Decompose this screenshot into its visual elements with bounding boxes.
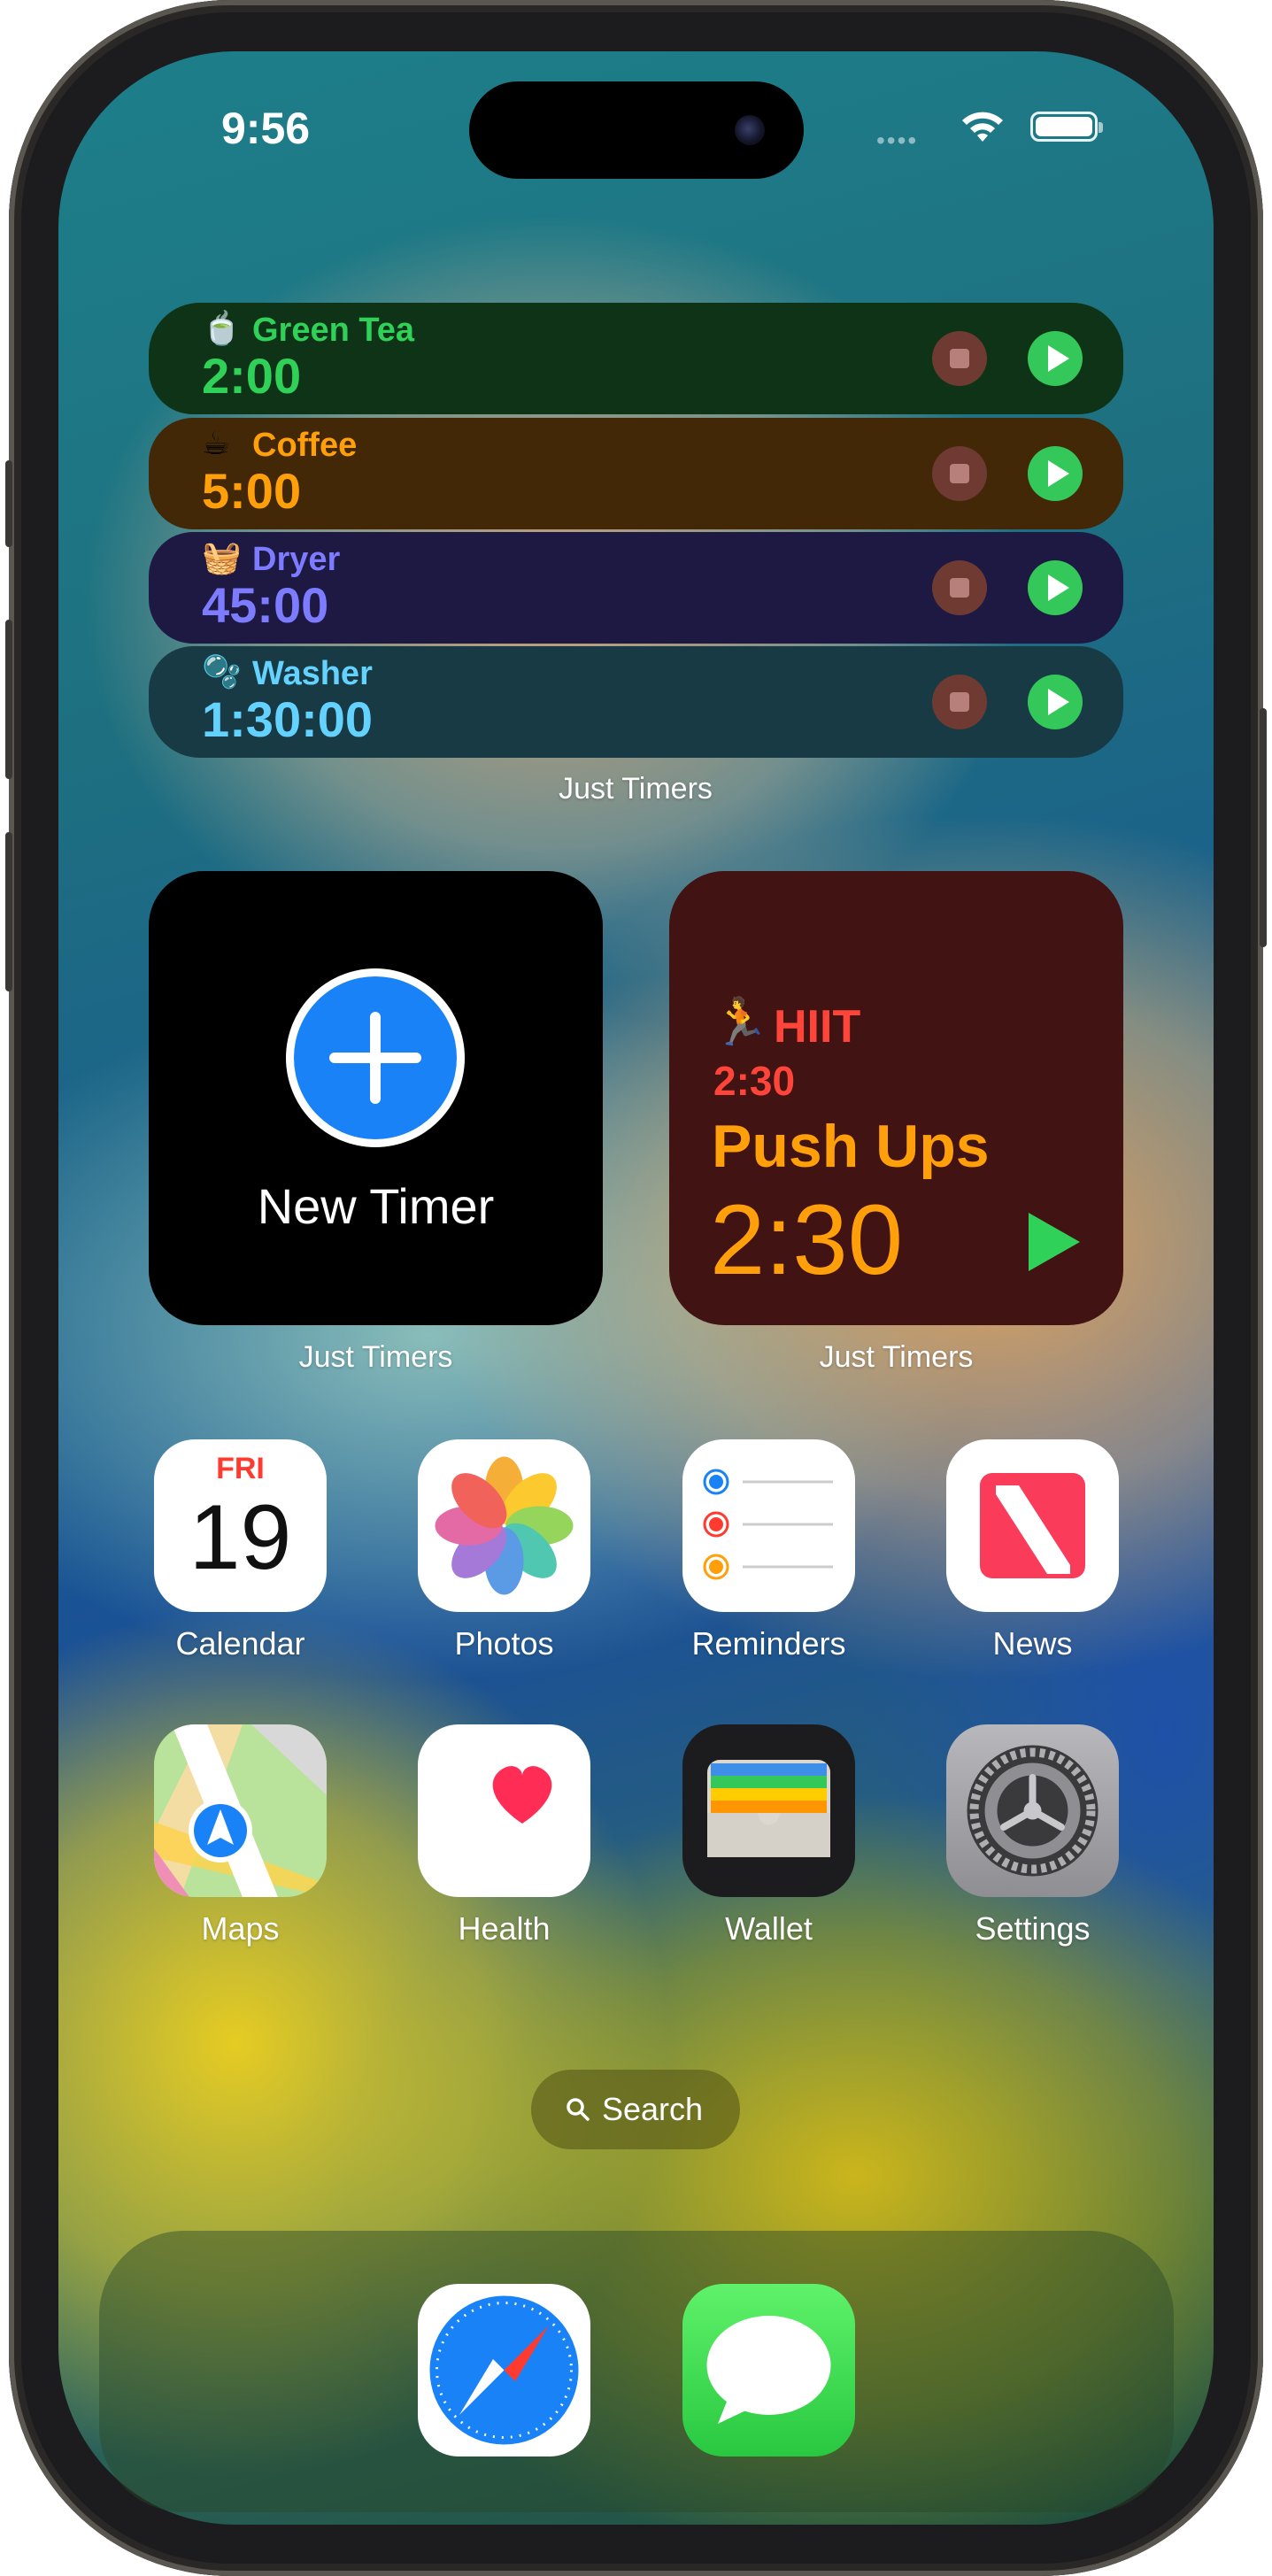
coffee-icon: ☕ [202, 425, 231, 461]
side-button [1260, 708, 1267, 947]
hiit-title: HIIT [774, 1001, 861, 1053]
play-icon [1048, 689, 1069, 715]
timers-widget[interactable]: 🍵 Green Tea 2:00 ☕ Coffee 5:00 🧺 Dryer 4… [149, 303, 1123, 758]
app-label: Settings [975, 1910, 1091, 1947]
hiit-step-time: 2:30 [710, 1184, 903, 1295]
app-label: Health [458, 1910, 551, 1947]
app-maps[interactable]: Maps [154, 1724, 327, 1947]
timer-row-washer[interactable]: 🫧 Washer 1:30:00 [149, 646, 1123, 758]
timer-duration: 45:00 [202, 577, 329, 633]
app-label: Calendar [175, 1625, 305, 1662]
dock-app-messages[interactable] [682, 2284, 855, 2456]
cellular-icon: •••• [876, 127, 919, 154]
new-timer-label: New Timer [257, 1178, 495, 1234]
stop-icon [950, 692, 969, 712]
timer-name: Green Tea [252, 312, 415, 349]
play-icon[interactable] [1029, 1213, 1080, 1271]
app-label: Reminders [691, 1625, 846, 1662]
tea-icon: 🍵 [202, 310, 242, 346]
maps-icon [154, 1724, 327, 1897]
calendar-icon: FRI 19 [154, 1439, 327, 1612]
wallet-icon [682, 1724, 855, 1897]
stop-icon [950, 349, 969, 368]
search-icon [567, 2098, 590, 2121]
play-button[interactable] [1028, 331, 1083, 386]
dock [99, 2231, 1174, 2512]
stop-button[interactable] [932, 446, 987, 501]
app-settings[interactable]: Settings [946, 1724, 1119, 1947]
hiit-total-time: 2:30 [713, 1058, 796, 1104]
play-icon [1048, 345, 1069, 372]
volume-down-button [5, 832, 12, 991]
app-health[interactable]: Health [418, 1724, 590, 1947]
stop-icon [950, 464, 969, 483]
app-label: Maps [201, 1910, 280, 1947]
search-button[interactable]: Search [531, 2070, 740, 2149]
play-icon [1048, 460, 1069, 487]
timer-name: Coffee [252, 427, 358, 464]
widget-caption: Just Timers [819, 1340, 974, 1374]
status-indicators: •••• [876, 110, 1115, 154]
dynamic-island [469, 81, 804, 179]
app-wallet[interactable]: Wallet [682, 1724, 855, 1947]
status-time: 9:56 [221, 104, 311, 153]
stop-icon [950, 578, 969, 598]
hiit-current-step: Push Ups [712, 1113, 990, 1180]
reminders-icon [682, 1439, 855, 1612]
timer-row-green-tea[interactable]: 🍵 Green Tea 2:00 [149, 303, 1123, 414]
safari-icon [418, 2284, 590, 2456]
action-button [5, 460, 12, 547]
battery-icon [1030, 112, 1103, 142]
timer-duration: 2:00 [202, 348, 302, 404]
play-button[interactable] [1028, 560, 1083, 615]
timer-row-coffee[interactable]: ☕ Coffee 5:00 [149, 418, 1123, 529]
bubbles-icon: 🫧 [202, 653, 242, 690]
messages-icon [682, 2284, 855, 2456]
photos-icon [418, 1439, 590, 1612]
app-news[interactable]: News [946, 1439, 1119, 1662]
news-icon [946, 1439, 1119, 1612]
app-reminders[interactable]: Reminders [682, 1439, 855, 1662]
calendar-weekday: FRI [216, 1452, 265, 1485]
timer-duration: 5:00 [202, 463, 302, 519]
stop-button[interactable] [932, 560, 987, 615]
app-label: News [992, 1625, 1073, 1662]
play-icon [1048, 575, 1069, 601]
calendar-day: 19 [189, 1486, 292, 1589]
basket-icon: 🧺 [202, 539, 242, 575]
play-button[interactable] [1028, 675, 1083, 729]
stop-button[interactable] [932, 675, 987, 729]
dock-app-safari[interactable] [418, 2284, 590, 2456]
timer-name: Washer [252, 655, 373, 692]
app-label: Photos [454, 1625, 554, 1662]
hiit-widget[interactable]: 🏃 HIIT 2:30 Push Ups 2:30 [669, 871, 1123, 1325]
search-label: Search [602, 2091, 704, 2127]
app-calendar[interactable]: FRI 19 Calendar [154, 1439, 327, 1662]
camera-icon [735, 115, 765, 145]
app-photos[interactable]: Photos [418, 1439, 590, 1662]
play-button[interactable] [1028, 446, 1083, 501]
timer-name: Dryer [252, 541, 341, 578]
volume-up-button [5, 620, 12, 779]
app-label: Wallet [725, 1910, 813, 1947]
widget-caption: Just Timers [559, 772, 713, 806]
stop-button[interactable] [932, 331, 987, 386]
health-icon [418, 1724, 590, 1897]
plus-icon [286, 968, 465, 1147]
widget-caption: Just Timers [298, 1340, 453, 1374]
settings-icon [946, 1724, 1119, 1897]
timer-row-dryer[interactable]: 🧺 Dryer 45:00 [149, 532, 1123, 644]
wifi-icon [962, 112, 1003, 142]
new-timer-widget[interactable]: New Timer [149, 871, 603, 1325]
runner-icon: 🏃 [712, 997, 769, 1048]
timer-duration: 1:30:00 [202, 691, 374, 747]
